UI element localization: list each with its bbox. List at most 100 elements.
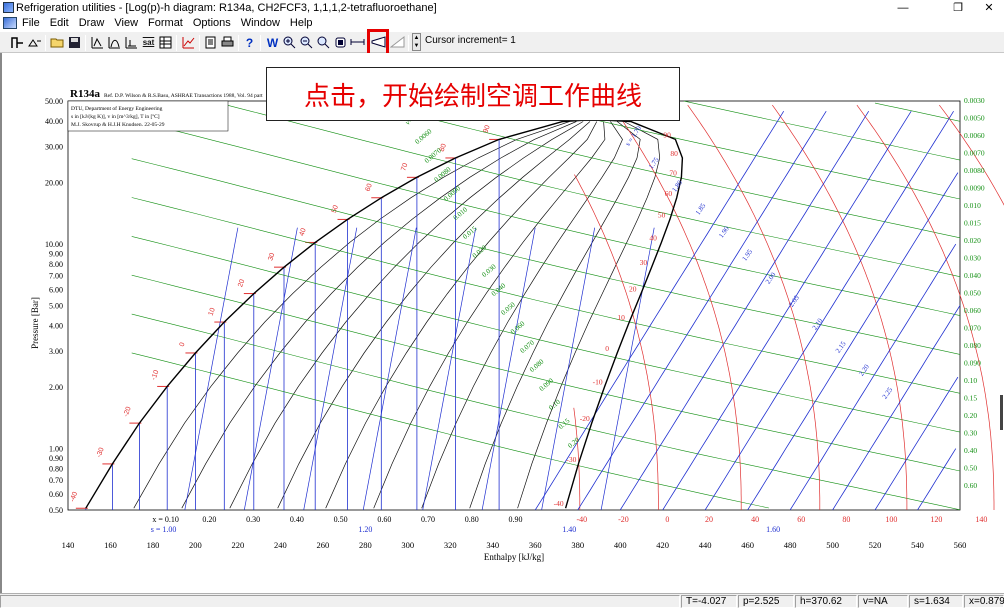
quality-label: x = 0.10 [152,515,179,524]
open-icon[interactable] [49,34,66,51]
y-tick-label: 1.00 [49,444,63,453]
y-tick-label: 0.60 [49,490,63,499]
measure-icon[interactable] [349,34,366,51]
sat-vapor-temp-label: 10 [617,313,625,322]
sat-vapor-temp-label: 30 [640,258,648,267]
volume-right-label: 0.0080 [964,166,985,175]
document-icon[interactable] [3,17,17,29]
sat-vapor-temp-label: -10 [593,377,603,386]
reference-text: Ref. D.P. Wilson & R.S.Basu, ASHRAE Tran… [104,92,263,99]
draw-cycle2-icon[interactable] [389,34,406,51]
menu-edit[interactable]: Edit [45,17,74,29]
logph-diagram[interactable]: -40 -30 -20 -10 0 10 20 30 40 50 60 70 80 90 140 160 180… [2,53,1004,593]
quality-label: 0.30 [246,515,260,524]
quality-label: 0.60 [377,515,391,524]
x-tick-label: 480 [784,540,797,550]
sat-vapor-temp-label: -30 [566,455,576,464]
diagram-icon[interactable] [123,34,140,51]
x-tick-label: 500 [826,540,839,550]
volume-right-label: 0.15 [964,394,977,403]
zoom-out-icon[interactable] [298,34,315,51]
y-tick-label: 9.00 [49,249,63,258]
save-icon[interactable] [66,34,83,51]
cycle-icon[interactable] [26,34,43,51]
help-label: ? [245,35,254,50]
y-tick-label: 4.00 [49,321,63,330]
temp-bottom-label: 60 [797,515,805,524]
scrollbar-marker[interactable] [1000,395,1003,430]
fit-icon[interactable] [332,34,349,51]
table-icon[interactable] [157,34,174,51]
minimize-button[interactable]: — [888,0,918,15]
menu-options[interactable]: Options [188,17,236,29]
quality-label: 0.80 [465,515,479,524]
x-tick-label: 220 [232,540,245,550]
status-enthalpy: h=370.62 [795,595,857,608]
menu-file[interactable]: File [17,17,45,29]
menu-format[interactable]: Format [143,17,188,29]
process-icon[interactable] [9,34,26,51]
x-tick-label: 320 [444,540,457,550]
menu-help[interactable]: Help [285,17,318,29]
menu-window[interactable]: Window [236,17,285,29]
info-line: s in [kJ/(kg K)], v in [m^3/kg], T in [º… [71,113,160,120]
zoom-icon[interactable] [315,34,332,51]
sat-vapor-temp-label: 60 [665,189,673,198]
sat-table-icon[interactable]: sat [140,34,157,51]
volume-right-label: 0.015 [964,219,981,228]
y-tick-label: 20.00 [45,178,63,187]
sat-vapor-temp-label: 0 [605,344,609,353]
temp-bottom-label: 140 [975,515,987,524]
volume-right-label: 0.60 [964,481,977,490]
status-pressure: p=2.525 [738,595,794,608]
copy-icon[interactable] [202,34,219,51]
help-icon[interactable]: ? [241,34,258,51]
x-tick-label: 300 [401,540,414,550]
toolbar-separator [260,35,261,51]
sat-vapor-temp-label: 40 [649,233,657,242]
y-tick-label: 50.00 [45,97,63,106]
y-tick-label: 0.50 [49,506,63,515]
volume-right-label: 0.30 [964,429,977,438]
volume-right-label: 0.20 [964,411,977,420]
x-tick-label: 340 [486,540,499,550]
volume-right-label: 0.090 [964,359,981,368]
cursor-increment-spinner[interactable]: ▲ ▼ [412,33,421,51]
w-button[interactable]: W [264,34,281,51]
x-tick-label: 260 [316,540,329,550]
print-icon[interactable] [219,34,236,51]
toolbar-separator [199,35,200,51]
toolbar-separator [238,35,239,51]
x-tick-label: 400 [614,540,627,550]
temp-bottom-label: 0 [665,515,669,524]
y-tick-label: 10.00 [45,240,63,249]
x-tick-label: 520 [869,540,882,550]
temp-bottom-label: -40 [576,515,587,524]
temp-bottom-label: 100 [885,515,897,524]
toolbar-separator [45,35,46,51]
zoom-in-icon[interactable] [281,34,298,51]
chart-icon[interactable] [180,34,197,51]
y-tick-label: 0.80 [49,464,63,473]
x-tick-label: 540 [911,540,924,550]
y-tick-label: 0.70 [49,476,63,485]
volume-right-label: 0.0060 [964,131,985,140]
maximize-button[interactable]: ❐ [943,0,973,15]
ideal-cycle-icon[interactable] [89,34,106,51]
close-button[interactable]: ✕ [974,0,1004,15]
sat-vapor-temp-label: 90 [663,130,671,139]
temp-bottom-label: -20 [618,515,629,524]
x-tick-label: 140 [62,540,75,550]
temp-bottom-label: 40 [751,515,759,524]
refrigerant-name: R134a [70,88,100,100]
x-axis-label: Enthalpy [kJ/kg] [484,552,544,562]
y-axis-label: Pressure [Bar] [30,297,40,349]
volume-right-label: 0.050 [964,289,981,298]
temp-bottom-label: 80 [842,515,850,524]
menu-draw[interactable]: Draw [74,17,110,29]
volume-right-label: 0.030 [964,254,981,263]
menu-view[interactable]: View [109,17,143,29]
sat-curve-icon[interactable] [106,34,123,51]
toolbar-separator [85,35,86,51]
diagram-window[interactable]: -40 -30 -20 -10 0 10 20 30 40 50 60 70 80 90 140 160 180… [0,53,1004,593]
